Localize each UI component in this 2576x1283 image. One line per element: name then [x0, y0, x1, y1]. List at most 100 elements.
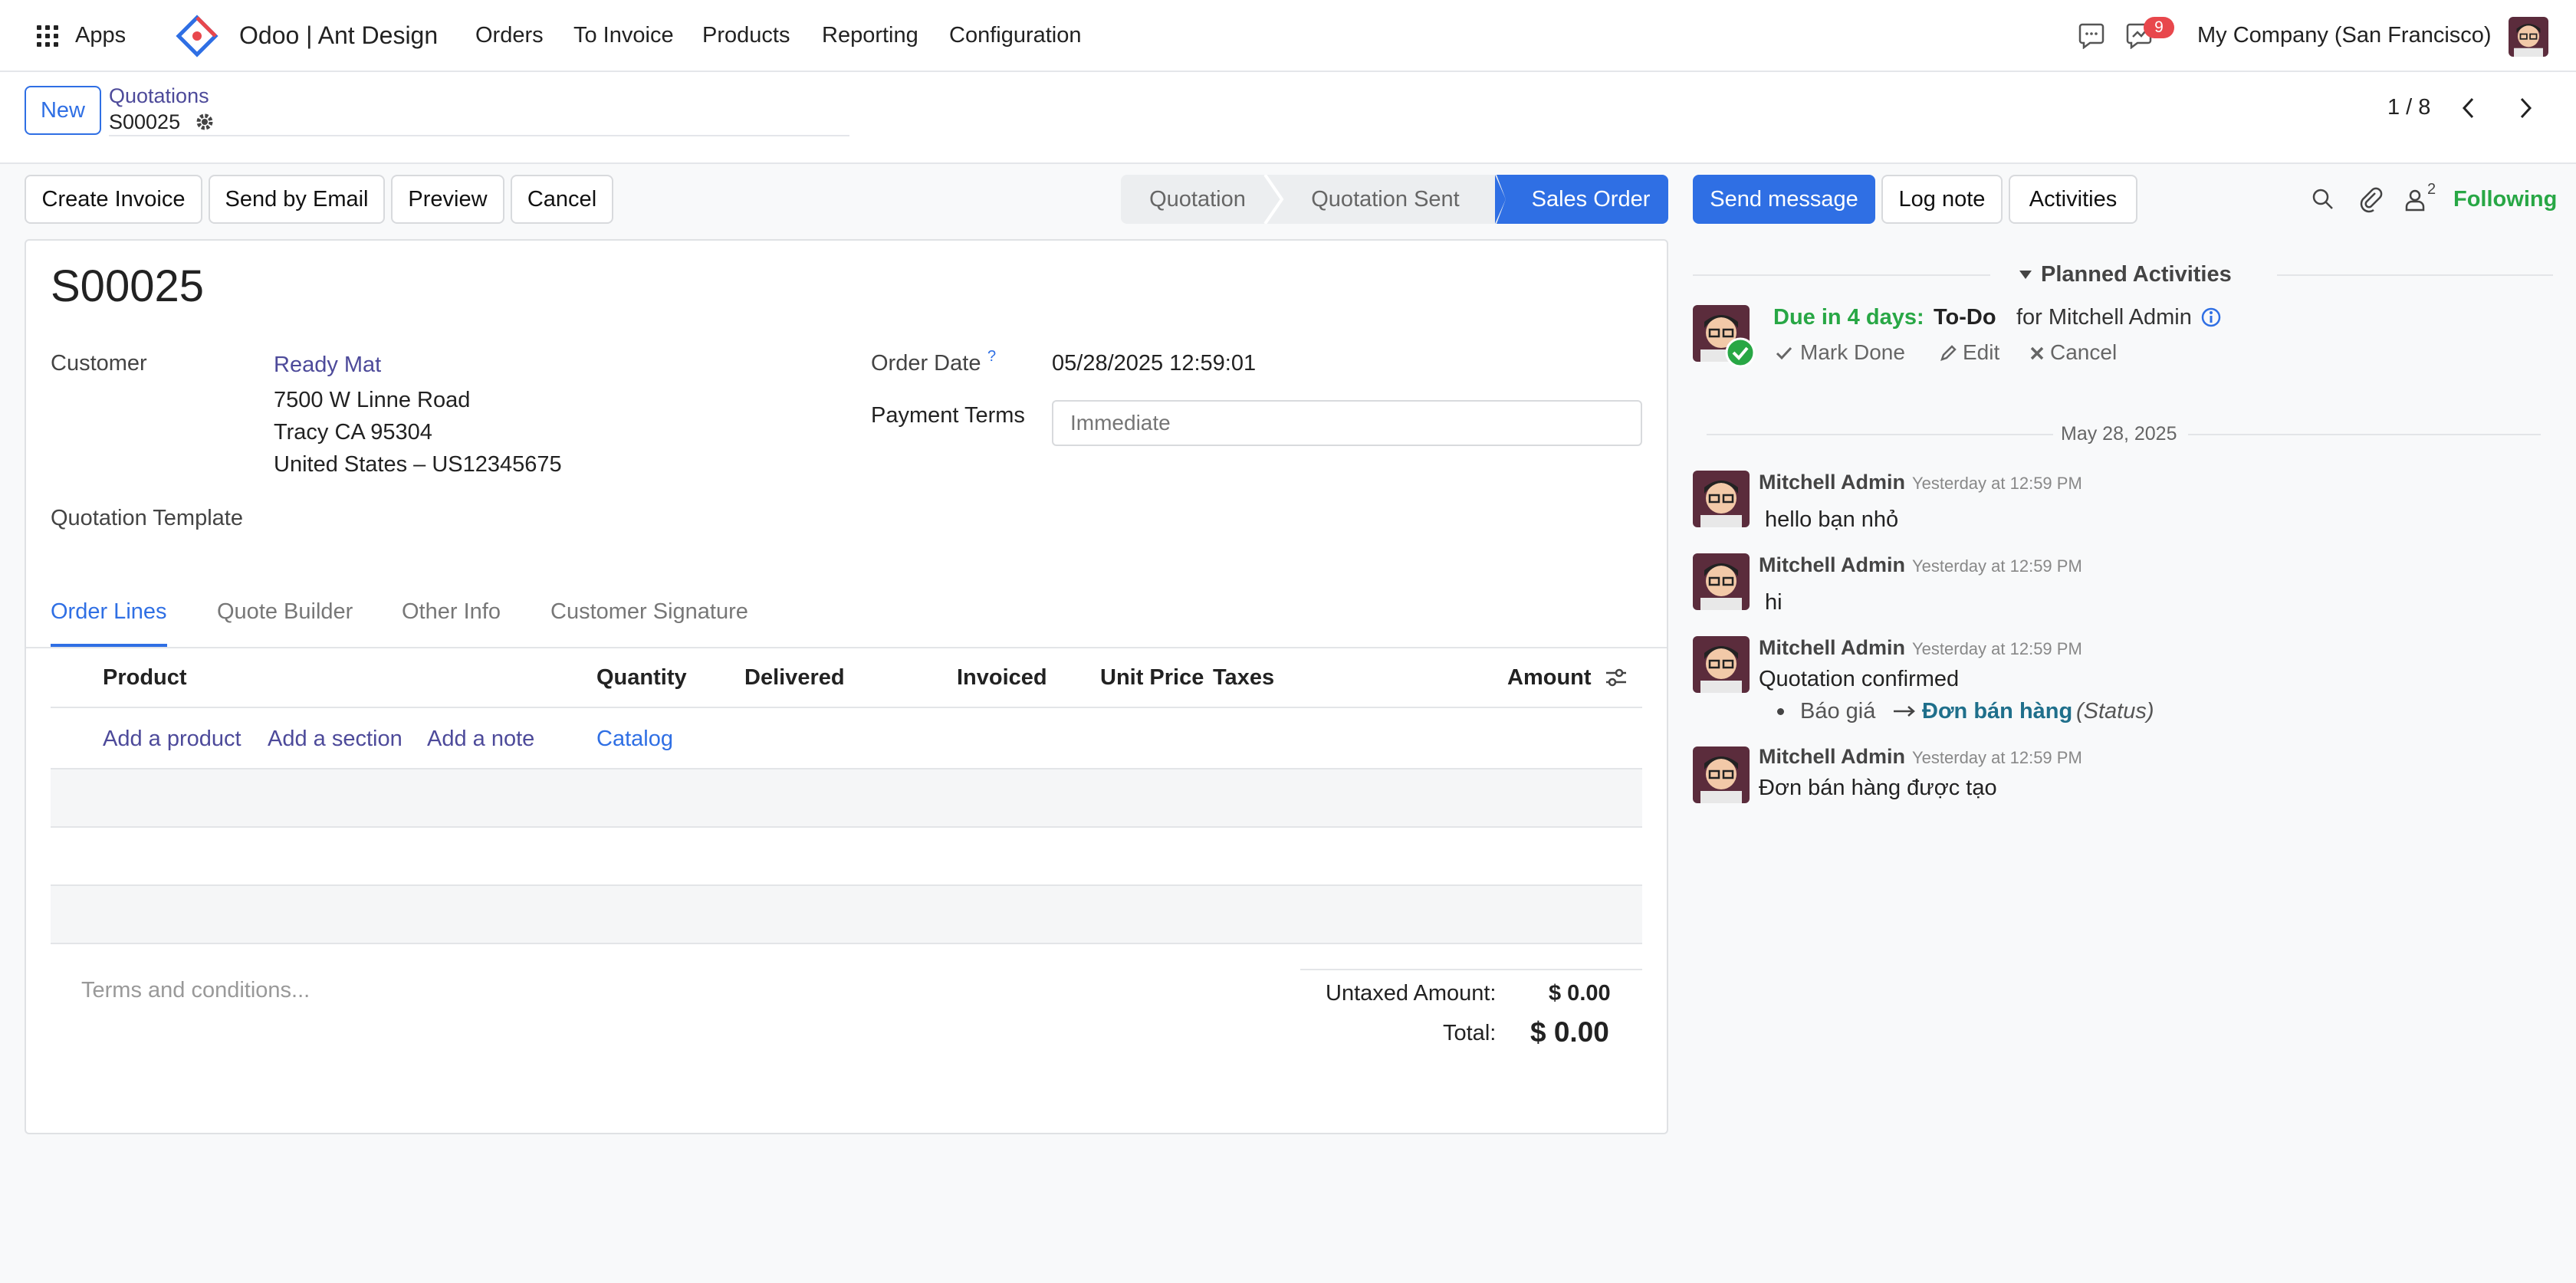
gear-icon[interactable]	[195, 112, 215, 132]
following-button[interactable]: Following	[2453, 187, 2557, 212]
message-avatar[interactable]	[1693, 636, 1750, 693]
followers-icon[interactable]	[2403, 187, 2427, 212]
message-avatar[interactable]	[1693, 471, 1750, 527]
date-separator: May 28, 2025	[2061, 423, 2177, 445]
terms-and-conditions-field[interactable]: Terms and conditions...	[81, 978, 310, 1003]
caret-down-icon[interactable]	[2018, 268, 2033, 282]
table-header-divider	[51, 707, 1642, 708]
message-time: Yesterday at 12:59 PM	[1912, 748, 2082, 767]
planned-activities-title[interactable]: Planned Activities	[2041, 262, 2232, 287]
message-author[interactable]: Mitchell Admin	[1759, 745, 1905, 769]
message-avatar[interactable]	[1693, 747, 1750, 803]
preview-button[interactable]: Preview	[391, 175, 504, 224]
col-quantity[interactable]: Quantity	[596, 665, 687, 691]
col-product[interactable]: Product	[103, 665, 187, 691]
brand-logo-icon[interactable]	[175, 14, 219, 58]
activity-type: To-Do	[1934, 305, 1996, 330]
untaxed-amount-label: Untaxed Amount:	[1326, 981, 1497, 1006]
info-icon[interactable]	[2200, 307, 2222, 328]
search-icon[interactable]	[2311, 187, 2335, 212]
tab-customer-signature[interactable]: Customer Signature	[550, 599, 748, 625]
col-delivered[interactable]: Delivered	[744, 665, 845, 691]
pager-value[interactable]: 1 / 8	[2387, 95, 2430, 120]
customer-address-line2: Tracy CA 95304	[274, 420, 432, 445]
add-product-link[interactable]: Add a product	[103, 727, 242, 752]
customer-address-line1: 7500 W Linne Road	[274, 388, 471, 412]
menu-reporting[interactable]: Reporting	[822, 23, 918, 48]
planned-divider-right	[2277, 274, 2553, 276]
menu-products[interactable]: Products	[702, 23, 790, 48]
col-amount[interactable]: Amount	[1507, 665, 1592, 691]
apps-grid-icon[interactable]	[37, 25, 58, 47]
message-body: hi	[1765, 590, 1783, 615]
menu-configuration[interactable]: Configuration	[949, 23, 1082, 48]
table-row-divider	[51, 943, 1642, 944]
stage-quotation[interactable]: Quotation	[1121, 175, 1274, 224]
log-note-button[interactable]: Log note	[1881, 175, 2003, 224]
date-divider-left	[1707, 434, 2053, 435]
date-divider-right	[2188, 434, 2541, 435]
stage-quotation-sent[interactable]: Quotation Sent	[1274, 175, 1497, 224]
send-message-button[interactable]: Send message	[1693, 175, 1875, 224]
message-avatar[interactable]	[1693, 553, 1750, 610]
activity-assignee: for Mitchell Admin	[2016, 305, 2192, 330]
check-icon[interactable]	[1774, 343, 1794, 363]
chevron-left-icon[interactable]	[2458, 95, 2479, 121]
menu-to-invoice[interactable]: To Invoice	[573, 23, 674, 48]
add-note-link[interactable]: Add a note	[427, 727, 534, 752]
message-body: hello bạn nhỏ	[1765, 507, 1899, 532]
message-body: Quotation confirmed	[1759, 667, 1960, 691]
close-icon[interactable]	[2029, 345, 2045, 362]
breadcrumb-quotations[interactable]: Quotations	[109, 84, 209, 108]
customer-link[interactable]: Ready Mat	[274, 353, 381, 378]
order-date-help-icon[interactable]: ?	[987, 348, 996, 366]
message-author[interactable]: Mitchell Admin	[1759, 553, 1905, 577]
chevron-right-icon[interactable]	[2515, 95, 2536, 121]
create-invoice-button[interactable]: Create Invoice	[25, 175, 202, 224]
tabs-divider	[26, 647, 1667, 648]
payment-terms-input[interactable]	[1052, 400, 1642, 446]
breadcrumb-divider	[109, 135, 849, 136]
tracking-field: (Status)	[2076, 699, 2154, 724]
col-taxes[interactable]: Taxes	[1213, 665, 1274, 691]
paperclip-icon[interactable]	[2358, 185, 2383, 213]
menu-orders[interactable]: Orders	[475, 23, 544, 48]
add-section-link[interactable]: Add a section	[268, 727, 402, 752]
user-avatar[interactable]	[2509, 17, 2548, 57]
tab-other-info[interactable]: Other Info	[402, 599, 501, 625]
activity-clock-icon[interactable]	[2078, 21, 2105, 49]
cancel-activity-link[interactable]: Cancel	[2050, 340, 2117, 365]
message-author[interactable]: Mitchell Admin	[1759, 636, 1905, 660]
pencil-icon[interactable]	[1938, 343, 1958, 363]
message-time: Yesterday at 12:59 PM	[1912, 474, 2082, 493]
stage-arrow	[1483, 175, 1506, 224]
tab-order-lines[interactable]: Order Lines	[51, 599, 167, 625]
stage-sales-order-active[interactable]: Sales Order	[1495, 175, 1668, 224]
optional-columns-icon[interactable]	[1604, 665, 1628, 690]
company-switcher[interactable]: My Company (San Francisco)	[2197, 23, 2492, 48]
catalog-link[interactable]: Catalog	[596, 727, 673, 752]
apps-menu-label[interactable]: Apps	[75, 23, 126, 48]
new-button[interactable]: New	[25, 86, 101, 135]
order-date-value[interactable]: 05/28/2025 12:59:01	[1052, 351, 1256, 376]
edit-activity-link[interactable]: Edit	[1963, 340, 1999, 365]
customer-address-line3: United States – US12345675	[274, 452, 562, 477]
send-by-email-button[interactable]: Send by Email	[209, 175, 385, 224]
tab-quote-builder[interactable]: Quote Builder	[217, 599, 353, 625]
message-body: Đơn bán hàng được tạo	[1759, 776, 1997, 800]
customer-label: Customer	[51, 351, 147, 376]
col-invoiced[interactable]: Invoiced	[957, 665, 1047, 691]
activities-button[interactable]: Activities	[2009, 175, 2137, 224]
mark-done-link[interactable]: Mark Done	[1800, 340, 1905, 365]
brand-name[interactable]: Odoo | Ant Design	[239, 21, 438, 50]
message-author[interactable]: Mitchell Admin	[1759, 471, 1905, 494]
breadcrumb-current: S00025	[109, 110, 181, 133]
total-label: Total:	[1443, 1021, 1497, 1045]
activity-check-icon	[1725, 337, 1756, 368]
cancel-button[interactable]: Cancel	[511, 175, 613, 224]
followers-count: 2	[2427, 181, 2436, 198]
col-unit-price[interactable]: Unit Price	[1100, 665, 1204, 691]
order-date-label: Order Date	[871, 351, 981, 376]
table-row	[51, 886, 1642, 943]
stage-separator	[1263, 175, 1284, 224]
